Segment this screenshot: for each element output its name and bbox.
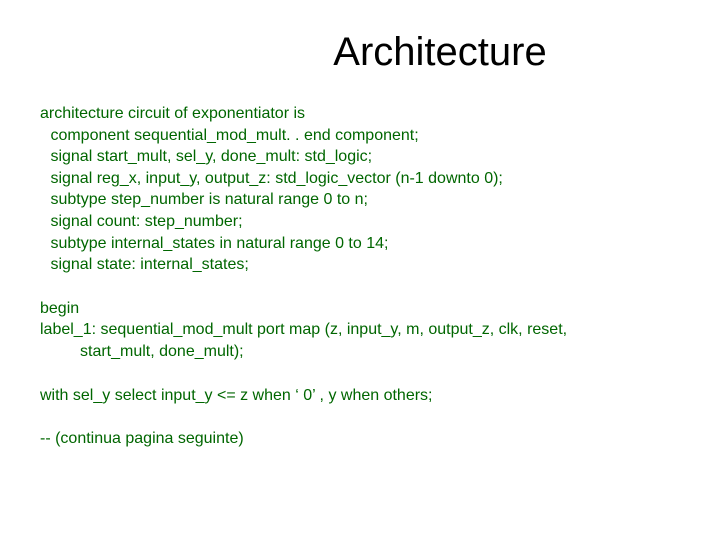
code-line: signal state: internal_states; xyxy=(40,254,680,276)
code-line: signal reg_x, input_y, output_z: std_log… xyxy=(40,168,680,190)
code-line: component sequential_mod_mult. . end com… xyxy=(40,125,680,147)
code-line: with sel_y select input_y <= z when ‘ 0’… xyxy=(40,385,680,407)
vhdl-begin-block: begin label_1: sequential_mod_mult port … xyxy=(40,298,680,363)
vhdl-select-block: with sel_y select input_y <= z when ‘ 0’… xyxy=(40,385,680,407)
slide-container: Architecture architecture circuit of exp… xyxy=(0,0,720,540)
vhdl-declarations: architecture circuit of exponentiator is… xyxy=(40,103,680,276)
code-line: start_mult, done_mult); xyxy=(40,341,680,363)
code-line: signal start_mult, sel_y, done_mult: std… xyxy=(40,146,680,168)
code-line: architecture circuit of exponentiator is xyxy=(40,103,680,125)
page-title: Architecture xyxy=(200,30,680,75)
code-line: -- (continua pagina seguinte) xyxy=(40,428,680,450)
code-line: subtype internal_states in natural range… xyxy=(40,233,680,255)
code-line: subtype step_number is natural range 0 t… xyxy=(40,189,680,211)
code-line: begin xyxy=(40,298,680,320)
code-line: signal count: step_number; xyxy=(40,211,680,233)
code-line: label_1: sequential_mod_mult port map (z… xyxy=(40,319,680,341)
vhdl-comment-block: -- (continua pagina seguinte) xyxy=(40,428,680,450)
